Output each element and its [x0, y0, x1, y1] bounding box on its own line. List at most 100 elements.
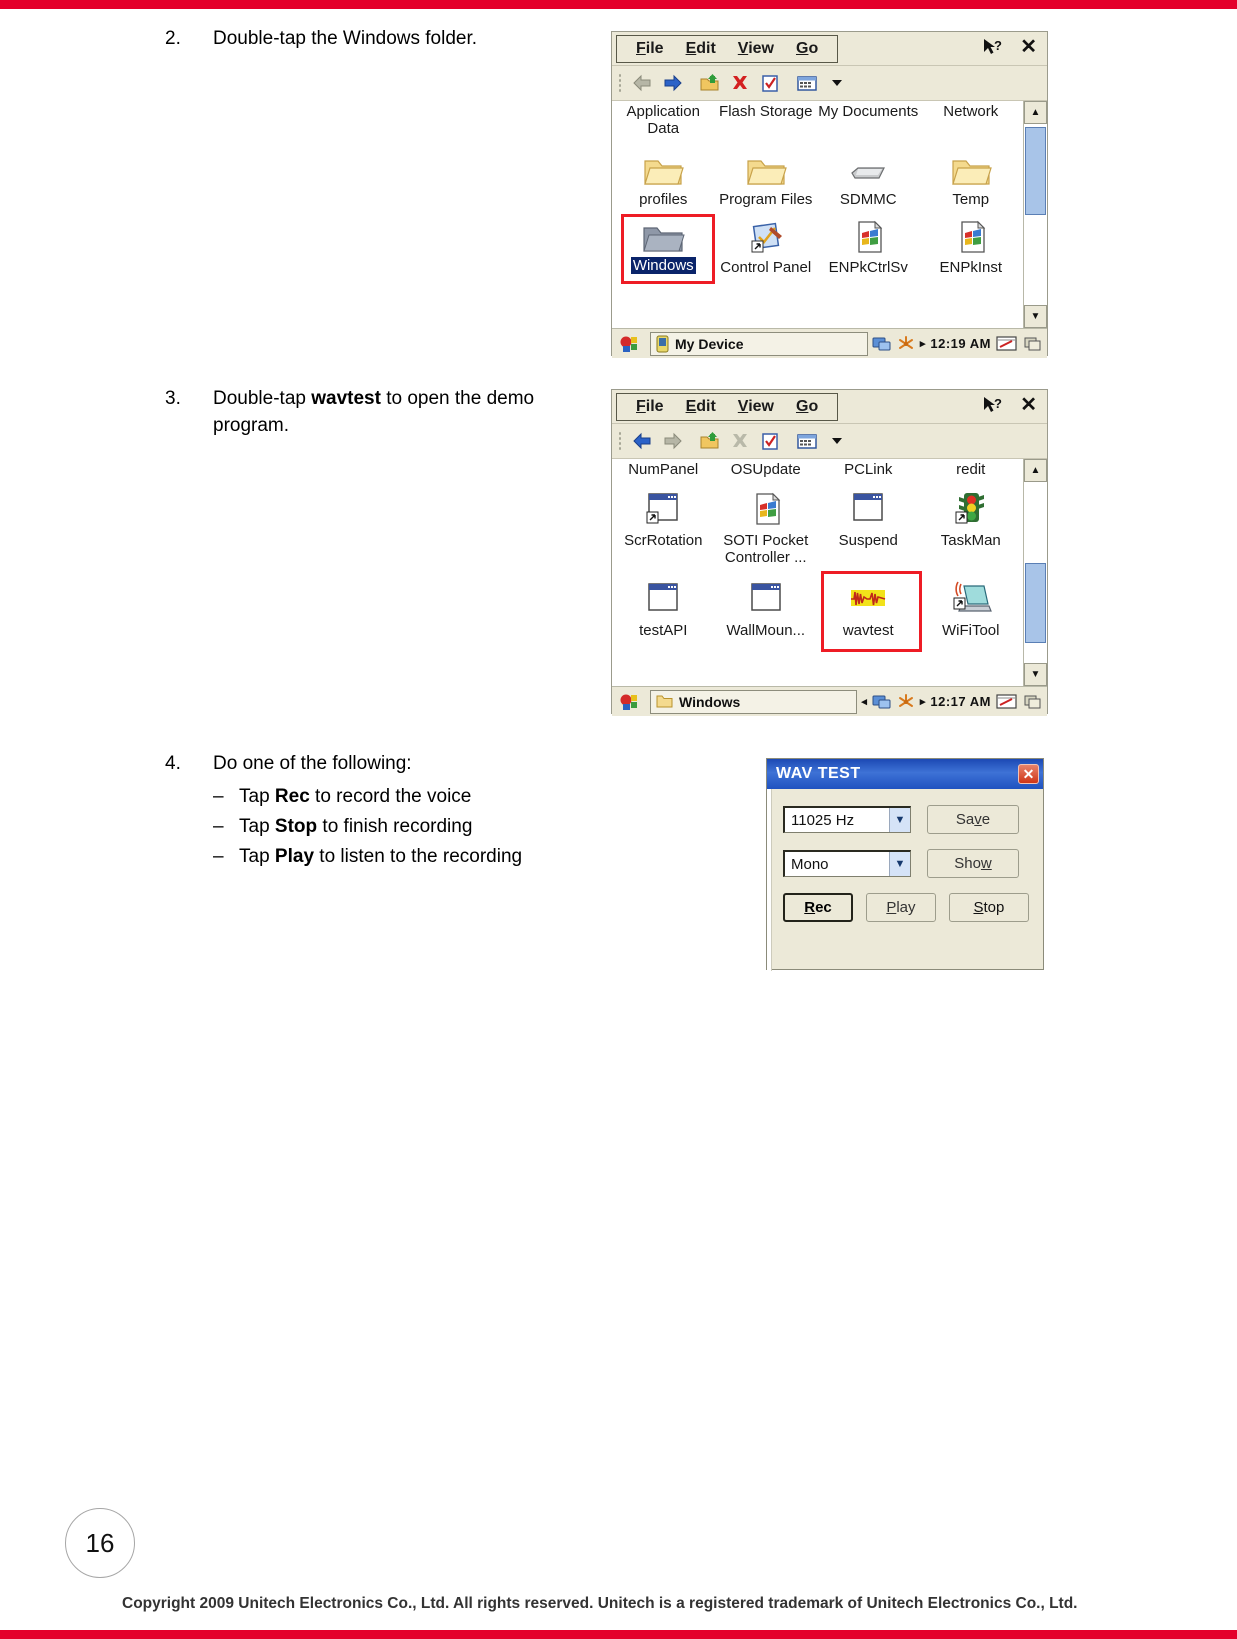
tray-arrow-icon[interactable]: ▸ [920, 695, 926, 708]
file-item-sdmmc[interactable]: SDMMC [817, 145, 920, 213]
menu-group[interactable]: File Edit View Go [616, 392, 839, 421]
properties-icon[interactable] [756, 428, 783, 454]
desktop-icon[interactable] [1023, 693, 1043, 711]
file-item-scrrotation[interactable]: ScrRotation [612, 486, 715, 576]
network-tray-icon[interactable] [872, 693, 892, 711]
view-mode-dropdown-icon[interactable] [823, 428, 850, 454]
menu-item-edit[interactable]: Edit [686, 40, 716, 58]
properties-icon[interactable] [756, 70, 783, 96]
file-list[interactable]: ▲ ▼ NumPanel OSUpdate PCLink redit ScrRo… [612, 459, 1047, 686]
file-item-soti-pocket-controller[interactable]: SOTI Pocket Controller ... [715, 486, 818, 576]
view-mode-dropdown-icon[interactable] [823, 70, 850, 96]
sip-keyboard-icon[interactable] [996, 335, 1018, 353]
file-item-taskman[interactable]: TaskMan [920, 486, 1023, 576]
forward-arrow-icon[interactable] [659, 70, 686, 96]
menu-item-go[interactable]: Go [796, 40, 818, 58]
menu-item-go[interactable]: Go [796, 398, 818, 416]
taskbar[interactable]: Windows ◂ ▸ 12:17 AM [612, 686, 1047, 716]
window-controls: ? ✕ [982, 392, 1043, 417]
desktop-icon[interactable] [1023, 335, 1043, 353]
vertical-scrollbar[interactable]: ▲ ▼ [1023, 459, 1047, 686]
close-icon[interactable]: ✕ [1018, 764, 1039, 784]
file-explorer-windows-window[interactable]: File Edit View Go ? ✕ ▲ ▼ NumPanel OSUpd… [611, 389, 1048, 716]
stop-button[interactable]: Stop [948, 893, 1029, 922]
file-explorer-my-device-window[interactable]: File Edit View Go ? ✕ ▲ ▼ Application Da… [611, 31, 1048, 358]
toolbar-grip-icon[interactable] [618, 431, 623, 451]
delete-icon[interactable] [726, 428, 753, 454]
menu-item-file[interactable]: File [636, 40, 664, 58]
toolbar-grip-icon[interactable] [618, 73, 623, 93]
taskbar-item-my-device[interactable]: My Device [650, 331, 868, 356]
delete-icon[interactable] [726, 70, 753, 96]
context-help-icon[interactable]: ? [982, 37, 1004, 57]
menu-item-edit[interactable]: Edit [686, 398, 716, 416]
file-item-windows[interactable]: Windows [612, 213, 715, 283]
view-mode-icon[interactable] [793, 428, 820, 454]
sip-keyboard-icon[interactable] [996, 693, 1018, 711]
file-item-osupdate[interactable]: OSUpdate [715, 459, 818, 478]
dialog-title-bar[interactable]: WAV TEST ✕ [767, 759, 1043, 789]
file-item-wavtest[interactable]: wavtest [817, 576, 920, 656]
start-menu-icon[interactable] [616, 332, 646, 356]
vertical-scrollbar[interactable]: ▲ ▼ [1023, 101, 1047, 328]
file-item-testapi[interactable]: testAPI [612, 576, 715, 656]
file-list[interactable]: ▲ ▼ Application Data Flash Storage My Do… [612, 101, 1047, 328]
file-item-enpkinst[interactable]: ENPkInst [920, 213, 1023, 283]
file-item-wallmount[interactable]: WallMoun... [715, 576, 818, 656]
up-folder-icon[interactable] [696, 70, 723, 96]
file-item-flash-storage[interactable]: Flash Storage [715, 101, 818, 145]
clock[interactable]: 12:17 AM [930, 694, 991, 709]
wav-test-dialog[interactable]: WAV TEST ✕ 11025 Hz ▼ Sa v e Mono ▼ Sho w R… [766, 758, 1044, 971]
file-item-suspend[interactable]: Suspend [817, 486, 920, 576]
file-item-network[interactable]: Network [920, 101, 1023, 145]
context-help-icon[interactable]: ? [982, 395, 1004, 415]
network-tray-icon[interactable] [872, 335, 892, 353]
file-item-pclink[interactable]: PCLink [817, 459, 920, 478]
tray-left-arrow-icon[interactable]: ◂ [861, 695, 867, 708]
start-menu-icon[interactable] [616, 690, 646, 714]
close-icon[interactable]: ✕ [1014, 392, 1043, 417]
view-mode-icon[interactable] [793, 70, 820, 96]
play-button[interactable]: Play [866, 893, 936, 922]
scrollbar-thumb[interactable] [1025, 127, 1046, 215]
scrollbar-thumb[interactable] [1025, 563, 1046, 643]
up-folder-icon[interactable] [696, 428, 723, 454]
menu-item-view[interactable]: View [738, 398, 774, 416]
connection-tray-icon[interactable] [897, 693, 915, 711]
menu-item-view[interactable]: View [738, 40, 774, 58]
back-arrow-icon[interactable] [629, 428, 656, 454]
scroll-down-button[interactable]: ▼ [1024, 663, 1047, 686]
sample-rate-select[interactable]: 11025 Hz ▼ [783, 806, 911, 833]
forward-arrow-icon[interactable] [659, 428, 686, 454]
file-item-temp[interactable]: Temp [920, 145, 1023, 213]
rec-button[interactable]: Rec [783, 893, 854, 922]
file-item-numpanel[interactable]: NumPanel [612, 459, 715, 478]
chevron-down-icon[interactable]: ▼ [889, 808, 910, 832]
file-item-application-data[interactable]: Application Data [612, 101, 715, 145]
scroll-up-button[interactable]: ▲ [1024, 459, 1047, 482]
taskbar[interactable]: My Device ▸ 12:19 AM [612, 328, 1047, 358]
back-arrow-icon[interactable] [629, 70, 656, 96]
connection-tray-icon[interactable] [897, 335, 915, 353]
svg-text:?: ? [994, 38, 1002, 53]
scroll-up-button[interactable]: ▲ [1024, 101, 1047, 124]
file-item-wifitool[interactable]: WiFiTool [920, 576, 1023, 656]
file-item-profiles[interactable]: profiles [612, 145, 715, 213]
scroll-down-button[interactable]: ▼ [1024, 305, 1047, 328]
file-item-my-documents[interactable]: My Documents [817, 101, 920, 145]
clock[interactable]: 12:19 AM [930, 336, 991, 351]
channels-select[interactable]: Mono ▼ [783, 850, 911, 877]
file-item-program-files[interactable]: Program Files [715, 145, 818, 213]
file-item-enpkctrlsv[interactable]: ENPkCtrlSv [817, 213, 920, 283]
menu-group[interactable]: File Edit View Go [616, 34, 839, 63]
menu-item-file[interactable]: File [636, 398, 664, 416]
file-item-label: Control Panel [720, 259, 812, 276]
file-item-control-panel[interactable]: Control Panel [715, 213, 818, 283]
save-button[interactable]: Sa v e [927, 805, 1019, 834]
close-icon[interactable]: ✕ [1014, 34, 1043, 59]
show-button[interactable]: Sho w [927, 849, 1019, 878]
tray-arrow-icon[interactable]: ▸ [920, 337, 926, 350]
chevron-down-icon[interactable]: ▼ [889, 852, 910, 876]
file-item-redit[interactable]: redit [920, 459, 1023, 478]
taskbar-item-windows[interactable]: Windows [650, 689, 858, 714]
